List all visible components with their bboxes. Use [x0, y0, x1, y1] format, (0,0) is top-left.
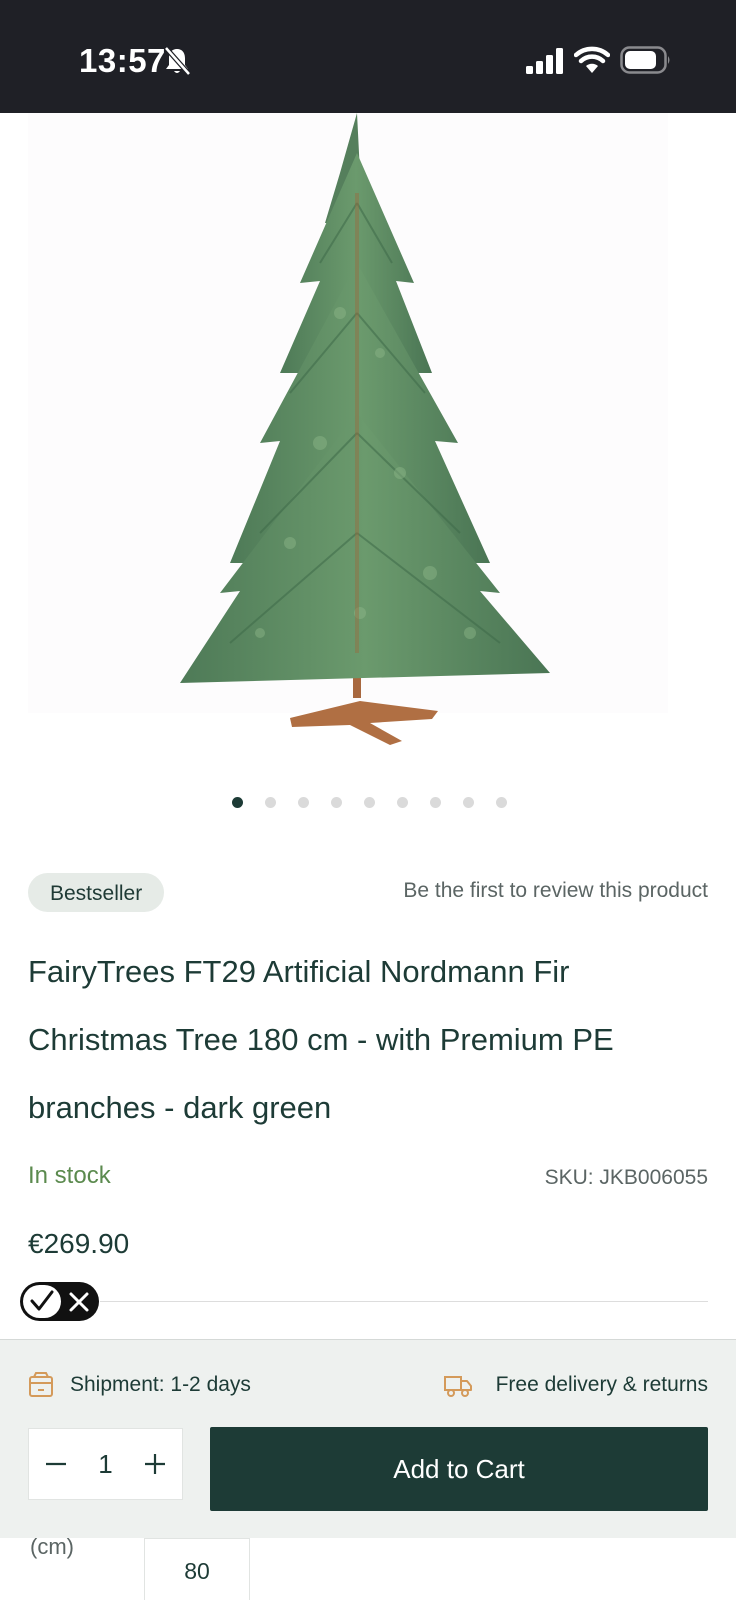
- gallery-dot[interactable]: [264, 797, 276, 808]
- add-to-cart-button[interactable]: Add to Cart: [210, 1427, 708, 1511]
- check-icon: [30, 1290, 54, 1311]
- christmas-tree-product-image: [180, 113, 550, 745]
- box-icon: [29, 1372, 53, 1397]
- purchase-bar: Shipment: 1-2 days Free delivery & retur…: [0, 1339, 736, 1538]
- delivery-info: Free delivery & returns: [495, 1373, 708, 1396]
- product-title: FairyTrees FT29 Artificial Nordmann Fir …: [28, 954, 614, 1125]
- shipment-info: Shipment: 1-2 days: [70, 1373, 251, 1396]
- gallery-dot[interactable]: [462, 797, 474, 808]
- quantity-stepper: 1: [28, 1428, 183, 1500]
- divider: [100, 1301, 708, 1302]
- spec-value-cell: 80: [144, 1538, 250, 1600]
- gallery-dot[interactable]: [495, 797, 507, 808]
- gallery-dot[interactable]: [330, 797, 342, 808]
- product-price: €269.90: [28, 1228, 130, 1259]
- stock-status: In stock: [28, 1162, 111, 1189]
- signal-icon: [526, 48, 563, 74]
- status-bar: 13:57: [0, 0, 736, 113]
- gallery-pagination[interactable]: [0, 797, 736, 811]
- bestseller-badge: Bestseller: [28, 873, 165, 912]
- close-icon: [69, 1292, 89, 1312]
- bell-slash-icon: [164, 46, 191, 76]
- gallery-dot[interactable]: [297, 797, 309, 808]
- battery-icon: [620, 46, 670, 74]
- product-image-gallery[interactable]: [0, 113, 736, 783]
- gallery-dot[interactable]: [396, 797, 408, 808]
- gallery-dot[interactable]: [429, 797, 441, 808]
- gallery-dot[interactable]: [231, 797, 243, 808]
- truck-icon: [444, 1376, 472, 1397]
- status-time: 13:57: [79, 42, 166, 79]
- consent-toggle[interactable]: [20, 1282, 99, 1321]
- gallery-dot[interactable]: [363, 797, 375, 808]
- plus-icon[interactable]: [142, 1451, 168, 1477]
- wifi-icon: [574, 46, 610, 73]
- review-link[interactable]: Be the first to review this product: [403, 879, 708, 903]
- product-sku: SKU: JKB006055: [544, 1166, 708, 1189]
